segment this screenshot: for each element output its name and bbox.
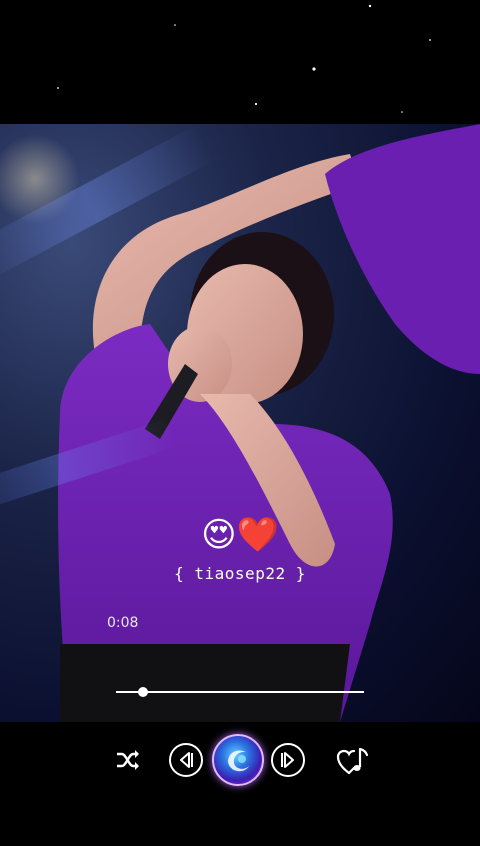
next-button[interactable] — [270, 742, 306, 778]
elapsed-time: 0:08 — [107, 615, 139, 631]
heart-music-icon — [336, 747, 369, 775]
shuffle-button[interactable] — [112, 744, 144, 776]
play-pause-orb-icon — [228, 750, 249, 772]
shuffle-icon — [117, 750, 139, 770]
background-photo — [0, 124, 480, 722]
username-handle: { tiaosep22 } — [174, 564, 306, 583]
play-pause-button[interactable] — [212, 734, 264, 786]
next-icon — [271, 743, 305, 777]
previous-button[interactable] — [168, 742, 204, 778]
favorite-button[interactable] — [336, 744, 370, 778]
emoji-reaction: 😍❤️ — [201, 515, 279, 555]
progress-track[interactable] — [116, 691, 364, 693]
previous-icon — [169, 743, 203, 777]
